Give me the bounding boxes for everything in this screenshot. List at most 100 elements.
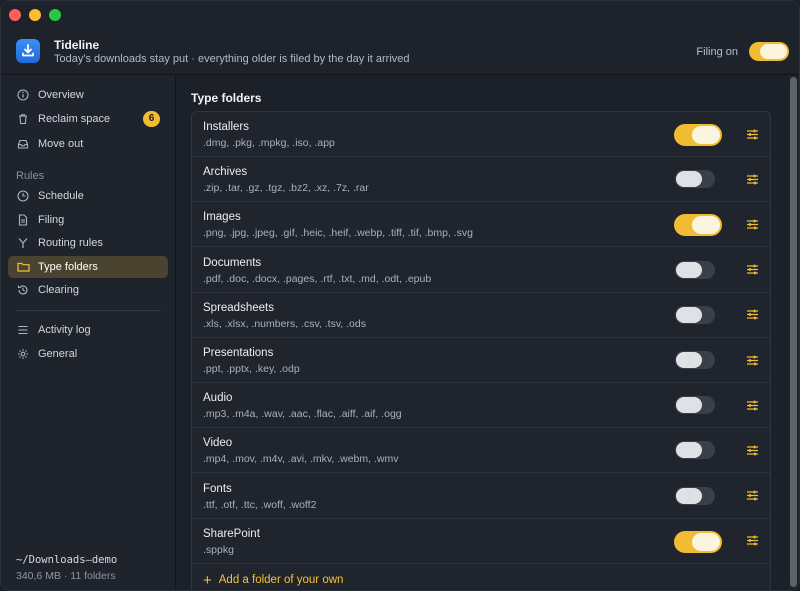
folder-toggle[interactable] [674,214,722,237]
sidebar-item-move-out[interactable]: Move out [8,133,168,155]
sliders-icon[interactable] [744,533,760,549]
folder-name: Spreadsheets [203,301,274,314]
sliders-icon[interactable] [744,171,760,187]
folder-row: SharePoint .sppkg [192,519,770,564]
toggle-knob [760,44,787,59]
sliders-icon[interactable] [744,442,760,458]
folder-toggle[interactable] [674,124,722,146]
folder-name: Documents [203,256,262,269]
folder-extensions: .sppkg [203,543,234,556]
sidebar-item-clearing[interactable]: Clearing [8,279,168,301]
sidebar-item-reclaim-space[interactable]: Reclaim space 6 [8,108,168,130]
folder-row: Presentations .ppt, .pptx, .key, .odp [192,338,770,383]
filing-toggle[interactable] [749,42,789,61]
app-title: Tideline [54,38,100,52]
download-app-icon [16,39,40,63]
folder-row: Audio .mp3, .m4a, .wav, .aac, .flac, .aif… [192,383,770,429]
folder-extensions: .ttf, .otf, .ttc, .woff, .woff2 [203,498,317,511]
folder-row: Fonts .ttf, .otf, .ttc, .woff, .woff2 [192,474,770,519]
window-controls [9,9,61,21]
folder-toggle[interactable] [675,260,715,279]
sidebar-item-label: Type folders [38,261,98,273]
folder-row: Video .mp4, .mov, .m4v, .avi, .mkv, .webm… [192,428,770,474]
minimize-window-button[interactable] [29,9,41,21]
folder-extensions: .xls, .xlsx, .numbers, .csv, .tsv, .ods [203,317,366,330]
title-bar: Tideline Today's downloads stay put · ev… [1,1,799,75]
toggle-knob [676,397,702,414]
sliders-icon[interactable] [744,307,760,323]
folder-name: Archives [203,166,248,179]
folder-name: Fonts [203,482,232,495]
filing-label: Filing on [696,46,738,58]
close-window-button[interactable] [9,9,21,21]
app-subtitle: Today's downloads stay put · everything … [54,53,410,65]
sidebar-item-activity-log[interactable]: Activity log [8,319,168,341]
sliders-icon[interactable] [744,352,760,368]
sidebar-item-general[interactable]: General [8,343,168,365]
sliders-icon[interactable] [744,262,760,278]
toggle-knob [676,442,702,459]
sliders-icon[interactable] [744,397,760,413]
folder-toggle[interactable] [675,351,715,369]
sidebar-item-label: Move out [38,138,84,150]
toggle-knob [692,126,720,144]
info-icon [16,88,30,102]
plus-icon: + [203,571,212,589]
folder-toggle[interactable] [675,170,715,189]
folder-icon [16,260,30,274]
type-folder-list: Installers .dmg, .pkg, .mpkg, .iso, .app A… [191,111,771,590]
history-icon [16,283,30,297]
sidebar-divider [16,310,161,311]
folder-row: Images .png, .jpg, .jpeg, .gif, .heic, .h… [192,202,770,248]
sidebar-item-label: Routing rules [38,237,103,249]
add-folder-button[interactable]: + Add a folder of your own [203,571,343,589]
sidebar-item-label: Activity log [38,324,91,336]
gear-icon [16,347,30,361]
toggle-knob [676,352,702,368]
toggle-knob [676,171,702,188]
toggle-knob [676,261,702,278]
folder-extensions: .pdf, .doc, .docx, .pages, .rtf, .txt, .… [203,272,432,285]
branch-icon [16,236,30,250]
toggle-knob [676,306,702,323]
sidebar-item-label: Filing [38,214,65,226]
folder-row: Installers .dmg, .pkg, .mpkg, .iso, .app [192,112,770,157]
zoom-window-button[interactable] [49,9,61,21]
folder-toggle[interactable] [675,441,715,460]
toggle-knob [692,216,720,235]
sidebar-item-label: Overview [38,89,84,101]
folder-extensions: .png, .jpg, .jpeg, .gif, .heic, .heif, .… [203,227,474,240]
folder-toggle[interactable] [674,530,722,553]
sliders-icon[interactable] [744,488,760,504]
folder-extensions: .ppt, .pptx, .key, .odp [203,363,300,375]
sidebar-item-filing[interactable]: Filing [8,209,168,231]
toggle-knob [692,532,720,551]
folder-toggle[interactable] [675,396,715,415]
sidebar-item-overview[interactable]: Overview [8,84,168,106]
sidebar: Overview Reclaim space 6 Move out Rules … [1,75,176,590]
folder-extensions: .mp4, .mov, .m4v, .avi, .mkv, .webm, .wm… [203,453,399,466]
sidebar-item-routing-rules[interactable]: Routing rules [8,232,168,254]
sidebar-item-type-folders[interactable]: Type folders [8,256,168,278]
scrollbar[interactable] [787,75,799,590]
folder-name: SharePoint [203,527,260,540]
sidebar-item-label: Schedule [38,190,84,202]
reclaim-count-badge: 6 [143,111,160,127]
sidebar-item-schedule[interactable]: Schedule [8,185,168,207]
folder-toggle[interactable] [675,486,715,505]
folder-name: Images [203,211,241,224]
storage-summary: 340,6 MB · 11 folders [16,570,116,582]
folder-row: Documents .pdf, .doc, .docx, .pages, .rtf… [192,248,770,293]
folder-name: Audio [203,392,233,405]
toggle-knob [676,487,702,504]
sliders-icon[interactable] [744,216,760,232]
sliders-icon[interactable] [744,126,760,142]
folder-extensions: .zip, .tar, .gz, .tgz, .bz2, .xz, .7z, .… [203,182,369,195]
scroll-thumb[interactable] [790,77,797,587]
list-icon [16,323,30,337]
rules-heading: Rules [16,170,45,182]
main-content: Type folders Installers .dmg, .pkg, .mpkg… [177,75,799,590]
folder-toggle[interactable] [675,305,715,324]
downloads-path: ~/Downloads—demo [16,554,118,566]
page-title: Type folders [191,91,262,105]
